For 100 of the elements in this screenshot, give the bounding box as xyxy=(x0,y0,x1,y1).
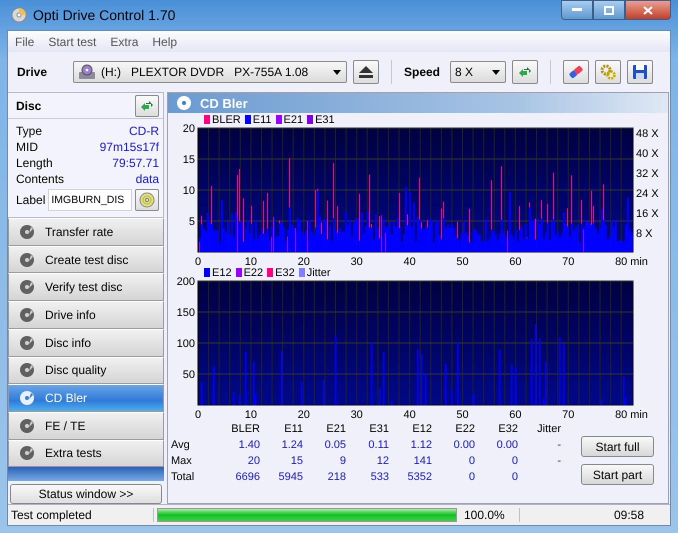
panel-title: CD Bler xyxy=(200,96,248,110)
sidebar-item[interactable]: Verify test disc xyxy=(8,273,164,302)
table-cell: 15 xyxy=(290,455,303,467)
minimize-icon xyxy=(572,8,582,12)
axis-tick-label: 30 xyxy=(350,256,363,266)
field-name: Type xyxy=(16,124,42,138)
legend-label: E12 xyxy=(212,266,232,278)
settings-button[interactable] xyxy=(595,60,621,84)
column-header: E22 xyxy=(454,423,475,435)
eject-icon xyxy=(359,66,373,78)
status-message: Test completed xyxy=(8,508,154,522)
table-cell: 0.05 xyxy=(324,439,346,451)
axis-tick-label: 30 xyxy=(350,409,363,419)
axis-tick-label: 40 xyxy=(403,409,416,419)
field-name: Label xyxy=(16,193,46,207)
table-cell: 0 xyxy=(512,471,518,483)
refresh-button[interactable] xyxy=(135,94,159,116)
axis-tick-label: 0 xyxy=(194,256,202,266)
sidebar-item[interactable]: Disc quality xyxy=(8,356,164,384)
axis-tick-label: 0 xyxy=(194,409,202,419)
legend-label: E11 xyxy=(252,114,272,126)
axis-tick-label: 60 xyxy=(509,409,522,419)
legend-label: E31 xyxy=(315,114,335,126)
axis-tick-label: 100 xyxy=(176,338,195,350)
field-name: Length xyxy=(16,156,53,170)
disc-gauge-icon xyxy=(19,445,35,462)
drive-dropdown[interactable]: (H:) PLEXTOR DVDR PX-755A 1.08 xyxy=(73,61,347,83)
menu-item[interactable]: Extra xyxy=(110,34,138,48)
table-cell: 0 xyxy=(468,455,475,467)
menu-item[interactable]: Help xyxy=(152,34,178,48)
window-title: Opti Drive Control 1.70 xyxy=(33,7,176,23)
table-cell: 1.24 xyxy=(282,439,303,451)
sidebar-item[interactable]: Drive info xyxy=(8,301,164,329)
disc-icon xyxy=(11,7,27,23)
speed-dropdown[interactable]: 8 X xyxy=(450,61,506,83)
table-cell: 141 xyxy=(414,455,432,467)
status-window-button[interactable]: Status window >> xyxy=(10,484,162,504)
axis-tick-label: 20 xyxy=(298,409,310,419)
axis-tick-label: 10 xyxy=(182,185,195,197)
field-value: 79:57.71 xyxy=(112,156,159,170)
column-header: E31 xyxy=(368,423,389,435)
label-field[interactable]: IMGBURN_DIS xyxy=(48,189,132,211)
disc-gauge-icon xyxy=(176,95,192,111)
table-cell: 5945 xyxy=(278,471,303,483)
axis-tick-label: 50 xyxy=(182,369,195,381)
maximize-button[interactable] xyxy=(593,0,625,20)
refresh-button[interactable] xyxy=(512,60,538,84)
field-value: CD-R xyxy=(129,124,159,138)
axis-unit-label: min xyxy=(630,409,648,419)
start-button[interactable]: Start full xyxy=(581,436,654,457)
menu-item[interactable]: File xyxy=(15,34,34,48)
erase-button[interactable] xyxy=(563,60,589,84)
eraser-icon xyxy=(568,64,584,80)
axis-tick-label: 70 xyxy=(562,256,574,266)
table-cell: - xyxy=(557,439,561,451)
table-cell: 12 xyxy=(376,455,389,467)
save-button[interactable] xyxy=(627,60,653,84)
table-cell: 533 xyxy=(370,471,389,483)
disc-gauge-icon xyxy=(19,279,35,296)
table-cell: 0.00 xyxy=(496,439,518,451)
progress-percent: 100.0% xyxy=(460,508,520,522)
sidebar-item[interactable]: Extra tests xyxy=(8,440,164,468)
sidebar-item[interactable]: FE / TE xyxy=(8,412,164,440)
disc-gauge-icon xyxy=(19,224,35,240)
start-button[interactable]: Start part xyxy=(581,464,654,485)
menu-item[interactable]: Start test xyxy=(48,34,96,48)
table-cell: 0.11 xyxy=(368,439,389,451)
legend-label: BLER xyxy=(212,114,241,126)
drive-label: Drive xyxy=(17,65,48,79)
axis-tick-label: 50 xyxy=(456,256,469,266)
sidebar-item[interactable]: Disc info xyxy=(8,328,164,357)
table-cell: 0 xyxy=(468,471,475,483)
disc-gauge-icon xyxy=(19,306,35,323)
axis-tick-label: 40 X xyxy=(636,148,659,160)
table-cell: 1.40 xyxy=(238,439,260,451)
disc-button[interactable] xyxy=(135,189,159,211)
disc-title: Disc xyxy=(16,98,42,112)
field-name: Contents xyxy=(16,172,64,186)
disc-gauge-icon xyxy=(19,418,35,434)
axis-tick-label: 70 xyxy=(562,409,574,419)
eject-button[interactable] xyxy=(353,60,379,84)
axis-tick-label: 48 X xyxy=(636,128,659,140)
disc-gauge-icon xyxy=(19,390,35,406)
close-button[interactable] xyxy=(625,0,671,20)
sidebar-item[interactable]: CD Bler xyxy=(8,384,164,412)
legend-label: E32 xyxy=(275,266,295,278)
axis-tick-label: 80 xyxy=(615,256,628,266)
sidebar-item[interactable]: Create test disc xyxy=(8,246,164,274)
axis-tick-label: 5 xyxy=(188,216,195,228)
axis-tick-label: 10 xyxy=(244,256,258,266)
sidebar-item[interactable]: Transfer rate xyxy=(8,218,164,246)
row-label: Avg xyxy=(171,439,191,451)
minimize-button[interactable] xyxy=(561,0,593,20)
caret-icon xyxy=(333,70,341,74)
maximize-icon xyxy=(604,6,614,14)
disc-gauge-icon xyxy=(19,334,35,351)
axis-unit-label: min xyxy=(630,256,648,266)
axis-tick-label: 16 X xyxy=(636,208,659,220)
field-value: data xyxy=(136,172,159,186)
column-header: E12 xyxy=(411,423,432,435)
